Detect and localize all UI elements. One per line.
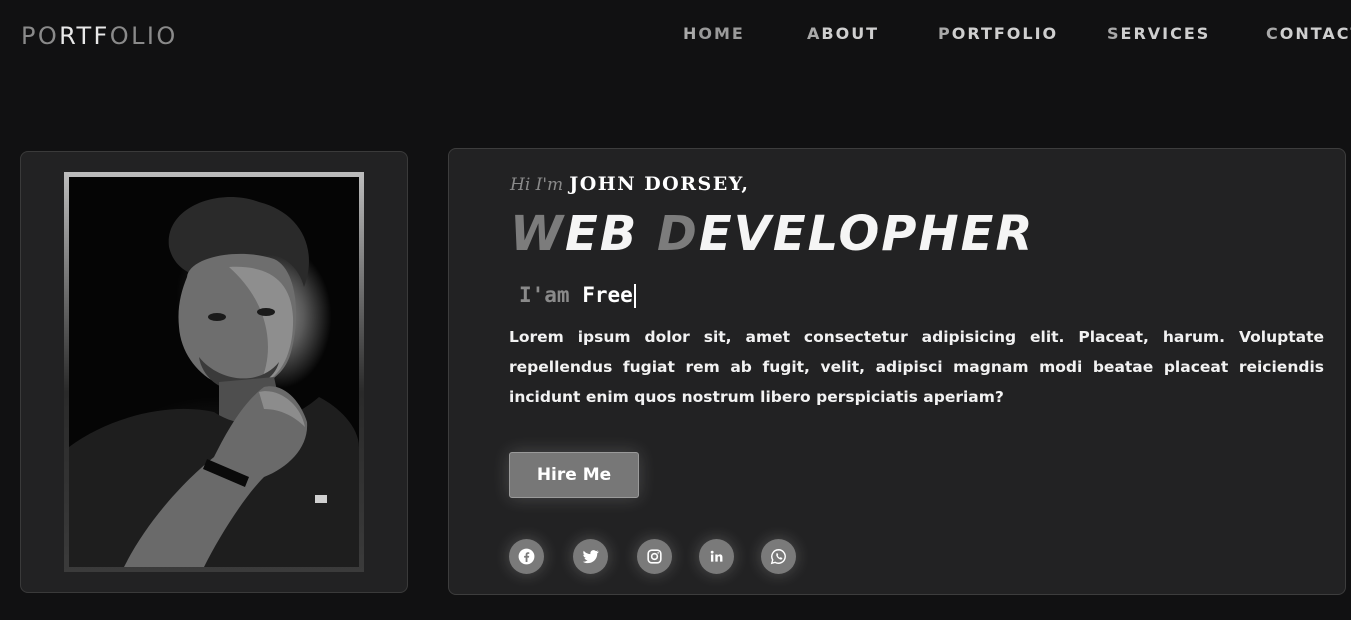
nav-contact-label: ONTACT [1279,24,1351,43]
twitter-link[interactable] [573,539,608,574]
nav-portfolio-label: ORTFOLIO [951,24,1059,43]
typing-caret [633,284,636,308]
nav-home-initial: H [683,24,699,43]
nav-about[interactable]: ABOUT [807,24,879,44]
nav-services-initial: S [1107,24,1121,43]
profile-photo [69,177,359,567]
main-nav: HOME ABOUT PORTFOLIO SERVICES CONTACT [0,24,1351,44]
nav-contact[interactable]: CONTACT [1266,24,1351,44]
nav-portfolio[interactable]: PORTFOLIO [938,24,1058,44]
facebook-icon [518,548,535,565]
role-letter-d: D [657,206,699,262]
nav-services-label: ERVICES [1120,24,1211,43]
portrait-illustration [69,197,359,567]
nav-portfolio-initial: P [938,24,952,43]
linkedin-icon [710,550,723,562]
facebook-link[interactable] [509,539,544,574]
role-letter-w: W [510,206,565,262]
twitter-icon [582,550,599,564]
typed-prefix: I'am [519,283,570,307]
role-part-eb: EB [564,206,658,262]
nav-contact-initial: C [1266,24,1280,43]
nav-about-label: BOUT [821,24,880,43]
instagram-icon [647,549,662,564]
nav-services[interactable]: SERVICES [1107,24,1210,44]
whatsapp-icon [770,549,786,565]
role-title: WEB DEVELOPHER [510,206,1034,262]
nav-home[interactable]: HOME [683,24,745,44]
instagram-link[interactable] [637,539,672,574]
linkedin-link[interactable] [699,539,734,574]
nav-home-label: OME [698,24,745,43]
role-part-rest: EVELOPHER [698,206,1035,262]
nav-about-initial: A [807,24,822,43]
intro-description: Lorem ipsum dolor sit, amet consectetur … [509,328,1324,406]
hire-me-button[interactable]: Hire Me [509,452,639,498]
whatsapp-link[interactable] [761,539,796,574]
greeting-line: Hi I'm JOHN DORSEY, [510,172,749,197]
person-name: JOHN DORSEY, [569,173,750,195]
greeting-text: Hi I'm [510,175,564,195]
typed-word: Free [582,283,633,307]
typed-tagline: I'am Free [519,282,636,308]
